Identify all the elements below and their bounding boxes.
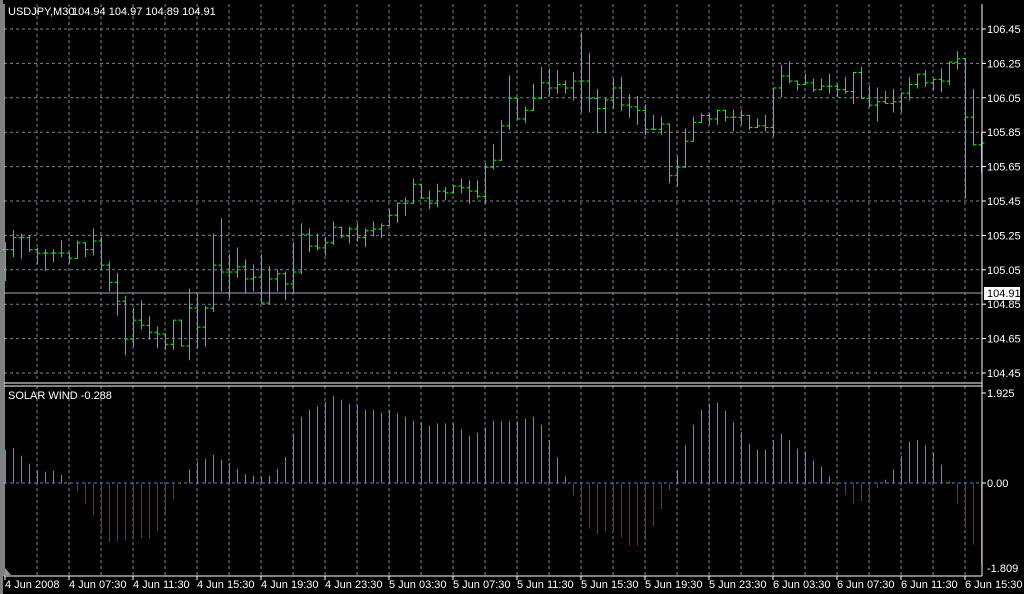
price-tick-label: 105.65 [987, 162, 1021, 174]
time-tick-label: 5 Jun 23:30 [709, 579, 767, 591]
price-tick-label: 104.85 [987, 299, 1021, 311]
indicator-zero-label: 0.00 [987, 478, 1008, 490]
time-tick-label: 4 Jun 07:30 [69, 579, 127, 591]
chart-background [0, 0, 1024, 594]
time-tick-label: 6 Jun 15:30 [965, 579, 1023, 591]
price-tick-label: 105.05 [987, 265, 1021, 277]
price-tick-label: 105.85 [987, 127, 1021, 139]
price-tick-label: 105.25 [987, 230, 1021, 242]
time-tick-label: 4 Jun 15:30 [197, 579, 255, 591]
chart-ohlc-readout: 104.94 104.97 104.89 104.91 [72, 6, 216, 18]
time-tick-label: 4 Jun 23:30 [325, 579, 383, 591]
time-tick-label: 4 Jun 19:30 [261, 579, 319, 591]
time-tick-label: 6 Jun 07:30 [837, 579, 895, 591]
price-tick-label: 104.65 [987, 334, 1021, 346]
time-tick-label: 4 Jun 11:30 [133, 579, 190, 591]
indicator-max-label: 1.925 [987, 388, 1015, 400]
price-tick-label: 106.25 [987, 58, 1021, 70]
time-tick-label: 5 Jun 07:30 [453, 579, 511, 591]
current-price-value: 104.91 [987, 288, 1021, 300]
time-tick-label: 6 Jun 11:30 [901, 579, 958, 591]
time-tick-label: 5 Jun 11:30 [517, 579, 574, 591]
price-tick-label: 104.45 [987, 368, 1021, 380]
price-tick-label: 106.05 [987, 93, 1021, 105]
time-tick-label: 5 Jun 03:30 [389, 579, 447, 591]
time-tick-label: 6 Jun 03:30 [773, 579, 831, 591]
current-price-tag: 104.91 [984, 287, 1021, 300]
indicator-label: SOLAR WIND -0.288 [8, 390, 112, 402]
indicator-min-label: -1.809 [987, 563, 1018, 575]
chart-symbol-label: USDJPY,M30 [8, 6, 74, 18]
window-left-border [0, 0, 3, 594]
time-tick-label: 4 Jun 2008 [5, 579, 59, 591]
time-tick-label: 5 Jun 19:30 [645, 579, 703, 591]
price-tick-label: 106.45 [987, 24, 1021, 36]
time-tick-label: 5 Jun 15:30 [581, 579, 639, 591]
chart-window[interactable]: USDJPY,M30 104.94 104.97 104.89 104.91 S… [0, 0, 1024, 594]
price-tick-label: 105.45 [987, 196, 1021, 208]
